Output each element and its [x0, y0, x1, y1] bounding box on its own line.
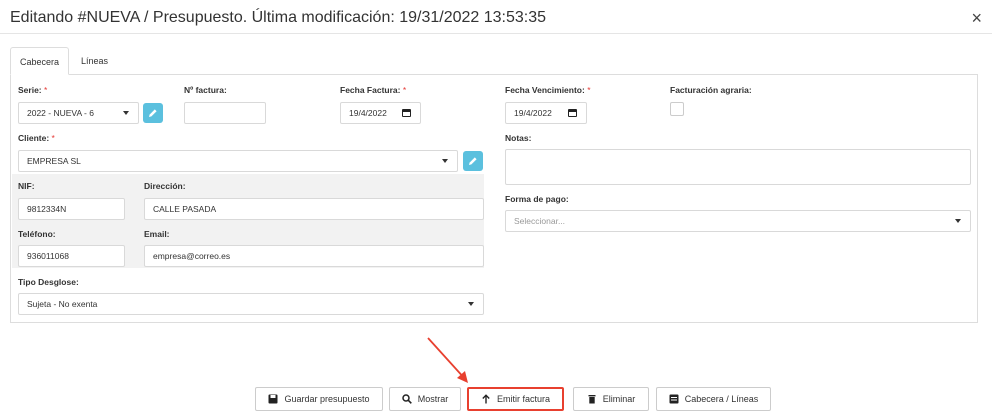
tab-cabecera[interactable]: Cabecera [10, 47, 69, 75]
chevron-down-icon [442, 159, 448, 163]
num-factura-label: Nº factura: [184, 85, 227, 95]
serie-select[interactable]: 2022 - NUEVA - 6 [18, 102, 139, 124]
email-label: Email: [144, 229, 170, 239]
chevron-down-icon [955, 219, 961, 223]
nif-input[interactable]: 9812334N [18, 198, 125, 220]
edit-serie-button[interactable] [143, 103, 163, 123]
tipo-desglose-select[interactable]: Sujeta - No exenta [18, 293, 484, 315]
tipo-desglose-label: Tipo Desglose: [18, 277, 79, 287]
arrow-up-icon [482, 394, 490, 404]
forma-pago-label: Forma de pago: [505, 194, 569, 204]
calendar-icon [568, 109, 577, 117]
mostrar-button[interactable]: Mostrar [389, 387, 461, 411]
serie-label: Serie: * [18, 85, 48, 95]
email-input[interactable]: empresa@correo.es [144, 245, 484, 267]
fecha-vencimiento-label: Fecha Vencimiento: * [505, 85, 591, 95]
annotation-arrow [427, 337, 468, 383]
num-factura-input[interactable] [184, 102, 266, 124]
pencil-icon [469, 157, 477, 165]
edit-cliente-button[interactable] [463, 151, 483, 171]
chevron-down-icon [468, 302, 474, 306]
list-icon [669, 394, 679, 404]
guardar-presupuesto-button[interactable]: Guardar presupuesto [255, 387, 383, 411]
notas-label: Notas: [505, 133, 532, 143]
chevron-down-icon [123, 111, 129, 115]
pencil-icon [149, 109, 157, 117]
telefono-label: Teléfono: [18, 229, 56, 239]
notas-textarea[interactable] [505, 149, 971, 185]
dialog-title: Editando #NUEVA / Presupuesto. Última mo… [10, 9, 547, 26]
fecha-factura-label: Fecha Factura: * [340, 85, 407, 95]
direccion-input[interactable]: CALLE PASADA [144, 198, 484, 220]
fecha-factura-input[interactable]: 19/4/2022 [340, 102, 421, 124]
facturacion-agraria-label: Facturación agraria: [670, 85, 752, 95]
tab-lineas[interactable]: Líneas [72, 47, 117, 75]
cabecera-lineas-button[interactable]: Cabecera / Líneas [656, 387, 771, 411]
direccion-label: Dirección: [144, 181, 186, 191]
emitir-factura-button[interactable]: Emitir factura [467, 387, 564, 411]
trash-icon [588, 395, 596, 404]
cliente-select[interactable]: EMPRESA SL [18, 150, 458, 172]
fecha-vencimiento-input[interactable]: 19/4/2022 [505, 102, 587, 124]
nif-label: NIF: [18, 181, 35, 191]
cabecera-panel: Serie: * 2022 - NUEVA - 6 Nº factura: Fe… [10, 74, 978, 323]
cliente-label: Cliente: * [18, 133, 55, 143]
facturacion-agraria-checkbox[interactable] [670, 102, 684, 116]
header-divider [0, 33, 992, 34]
eliminar-button[interactable]: Eliminar [573, 387, 649, 411]
telefono-input[interactable]: 936011068 [18, 245, 125, 267]
calendar-icon [402, 109, 411, 117]
search-icon [401, 394, 412, 404]
save-icon [268, 394, 278, 404]
forma-pago-select[interactable]: Seleccionar... [505, 210, 971, 232]
close-icon[interactable]: × [971, 8, 982, 29]
